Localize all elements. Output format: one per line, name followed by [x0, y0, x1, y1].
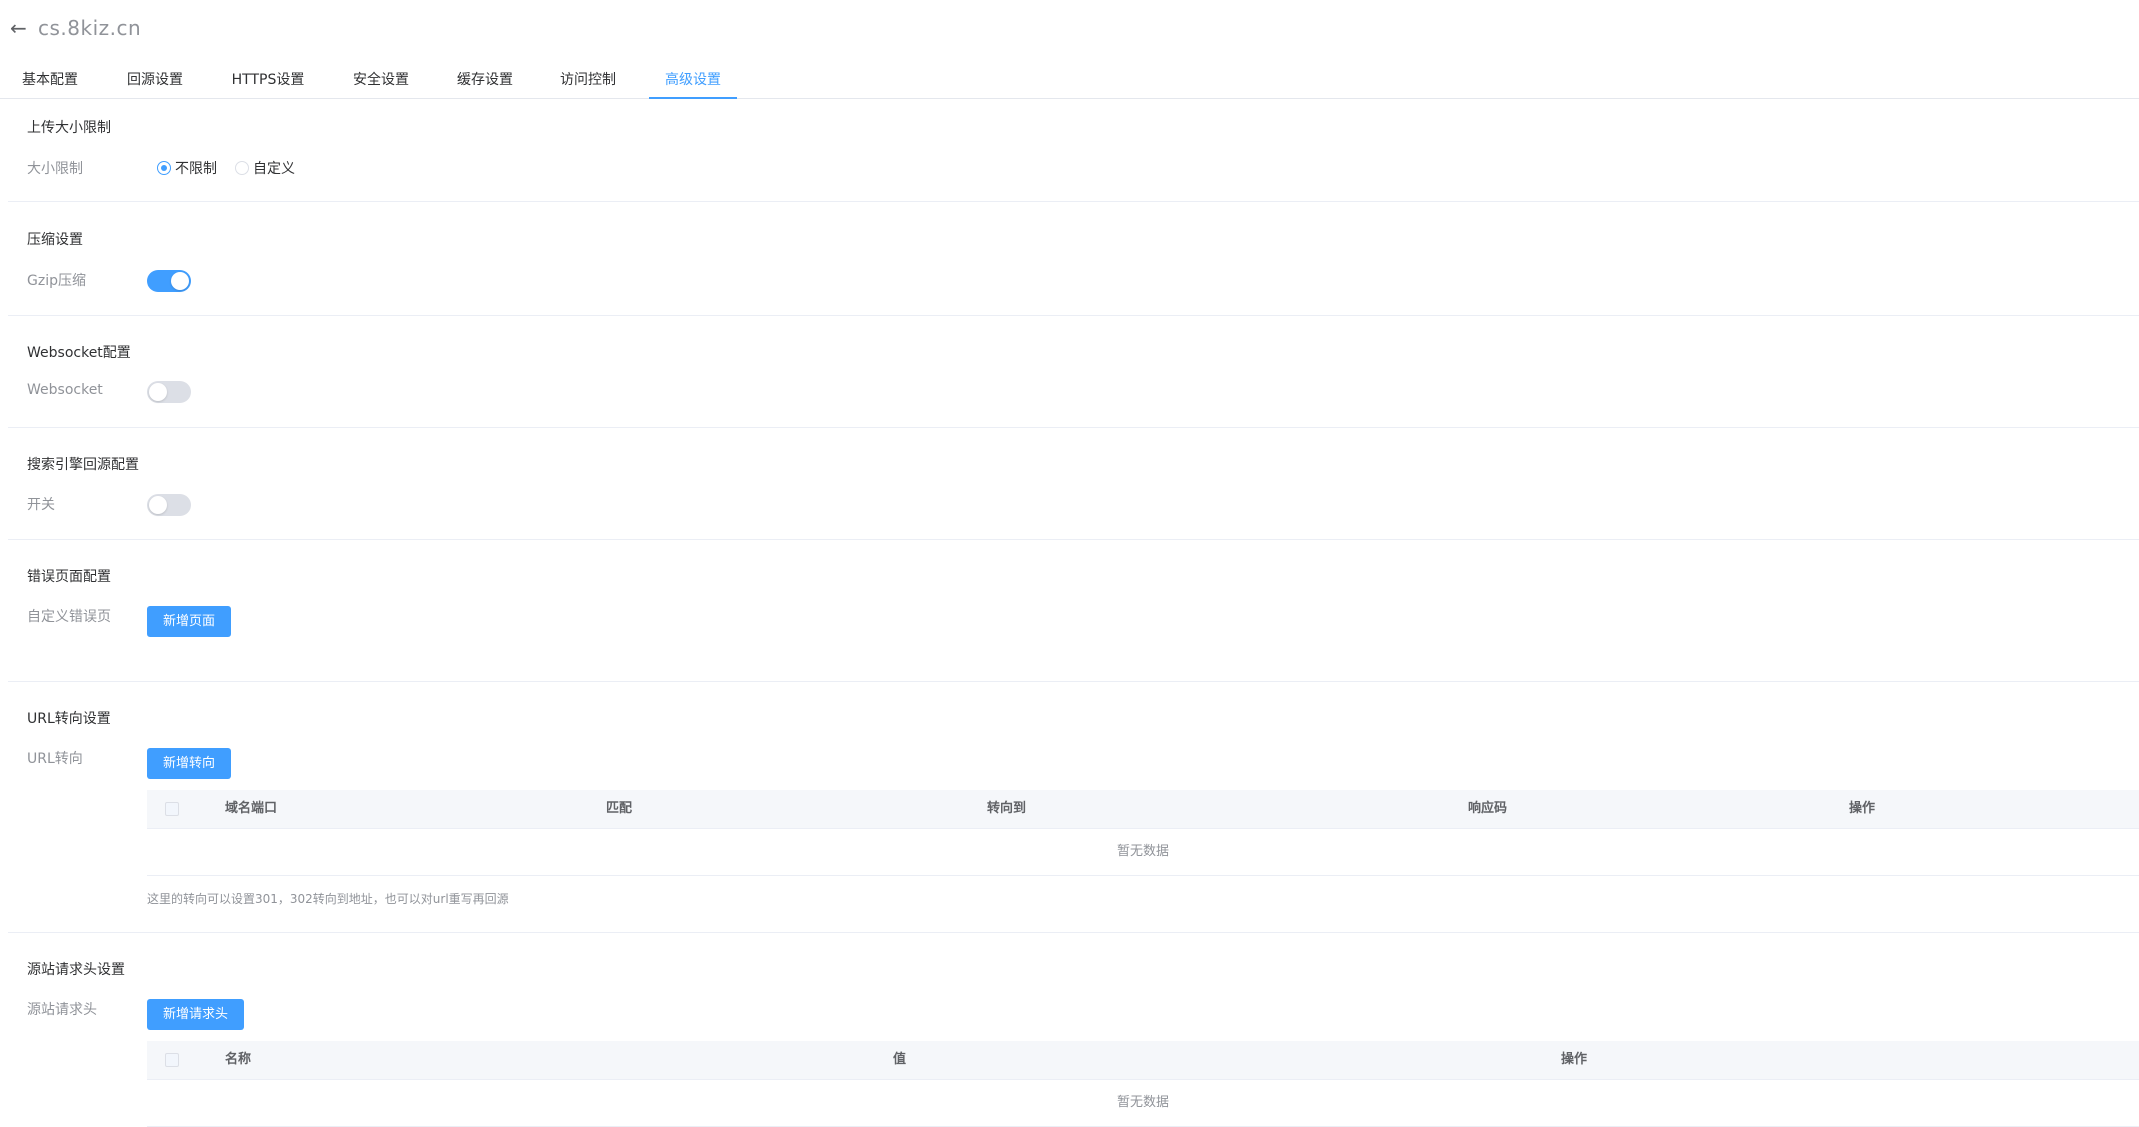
domain-title: cs.8kiz.cn	[38, 16, 142, 40]
compress-title: 压缩设置	[27, 232, 83, 248]
divider	[8, 315, 2139, 316]
origin-headers-title: 源站请求头设置	[27, 962, 125, 978]
tab-security-settings[interactable]: 安全设置	[353, 62, 409, 98]
table-header: 名称 值 操作	[147, 1041, 2139, 1080]
tab-https-settings[interactable]: HTTPS设置	[230, 62, 306, 98]
tab-basic-config[interactable]: 基本配置	[22, 62, 78, 98]
page-header: ← cs.8kiz.cn	[10, 14, 141, 42]
origin-headers-table: 名称 值 操作 暂无数据	[147, 1041, 2139, 1127]
gzip-label: Gzip压缩	[27, 273, 86, 289]
add-page-button[interactable]: 新增页面	[147, 606, 232, 637]
gzip-toggle[interactable]	[147, 270, 191, 292]
url-redirect-title: URL转向设置	[27, 711, 111, 727]
empty-state-text: 暂无数据	[1116, 844, 1169, 859]
upload-limit-radio-group: 不限制 自定义	[157, 158, 295, 178]
url-redirect-label: URL转向	[27, 751, 83, 767]
add-redirect-button[interactable]: 新增转向	[147, 748, 232, 779]
column-header: 匹配	[606, 801, 633, 816]
radio-checked-icon	[157, 161, 171, 175]
divider	[8, 201, 2139, 202]
seo-origin-title: 搜索引擎回源配置	[27, 457, 139, 473]
divider	[8, 427, 2139, 428]
divider	[8, 539, 2139, 540]
radio-unlimited[interactable]: 不限制	[157, 158, 217, 178]
column-header: 操作	[1561, 1052, 1588, 1067]
websocket-label: Websocket	[27, 382, 103, 398]
websocket-toggle[interactable]	[147, 381, 191, 403]
settings-tabs: 基本配置 回源设置 HTTPS设置 安全设置 缓存设置 访问控制 高级设置	[0, 62, 2139, 99]
add-header-button[interactable]: 新增请求头	[147, 999, 245, 1030]
divider	[8, 681, 2139, 682]
table-body: 暂无数据	[147, 829, 2139, 876]
back-arrow-icon[interactable]: ←	[10, 18, 28, 38]
upload-limit-title: 上传大小限制	[27, 120, 111, 136]
column-header: 值	[893, 1052, 907, 1067]
column-header: 响应码	[1468, 801, 1508, 816]
tab-origin-settings[interactable]: 回源设置	[127, 62, 183, 98]
origin-headers-label: 源站请求头	[27, 1002, 97, 1018]
select-all-checkbox[interactable]	[165, 1053, 179, 1067]
url-redirect-table: 域名端口 匹配 转向到 响应码 操作 暂无数据	[147, 790, 2139, 876]
divider	[8, 932, 2139, 933]
column-header: 域名端口	[225, 801, 278, 816]
seo-origin-toggle[interactable]	[147, 494, 191, 516]
empty-state-text: 暂无数据	[1116, 1095, 1169, 1110]
tab-cache-settings[interactable]: 缓存设置	[457, 62, 513, 98]
column-header: 操作	[1849, 801, 1876, 816]
url-redirect-hint: 这里的转向可以设置301，302转向到地址，也可以对url重写再回源	[147, 892, 509, 906]
websocket-title: Websocket配置	[27, 345, 131, 361]
tab-access-control[interactable]: 访问控制	[560, 62, 616, 98]
radio-custom[interactable]: 自定义	[235, 158, 295, 178]
select-all-checkbox[interactable]	[165, 802, 179, 816]
error-page-label: 自定义错误页	[27, 609, 111, 625]
table-body: 暂无数据	[147, 1080, 2139, 1127]
tab-advanced-settings[interactable]: 高级设置	[649, 62, 737, 99]
table-header: 域名端口 匹配 转向到 响应码 操作	[147, 790, 2139, 829]
column-header: 转向到	[987, 801, 1027, 816]
seo-switch-label: 开关	[27, 497, 55, 513]
radio-unchecked-icon	[235, 161, 249, 175]
upload-limit-label: 大小限制	[27, 161, 83, 177]
column-header: 名称	[225, 1052, 252, 1067]
error-page-title: 错误页面配置	[27, 569, 111, 585]
